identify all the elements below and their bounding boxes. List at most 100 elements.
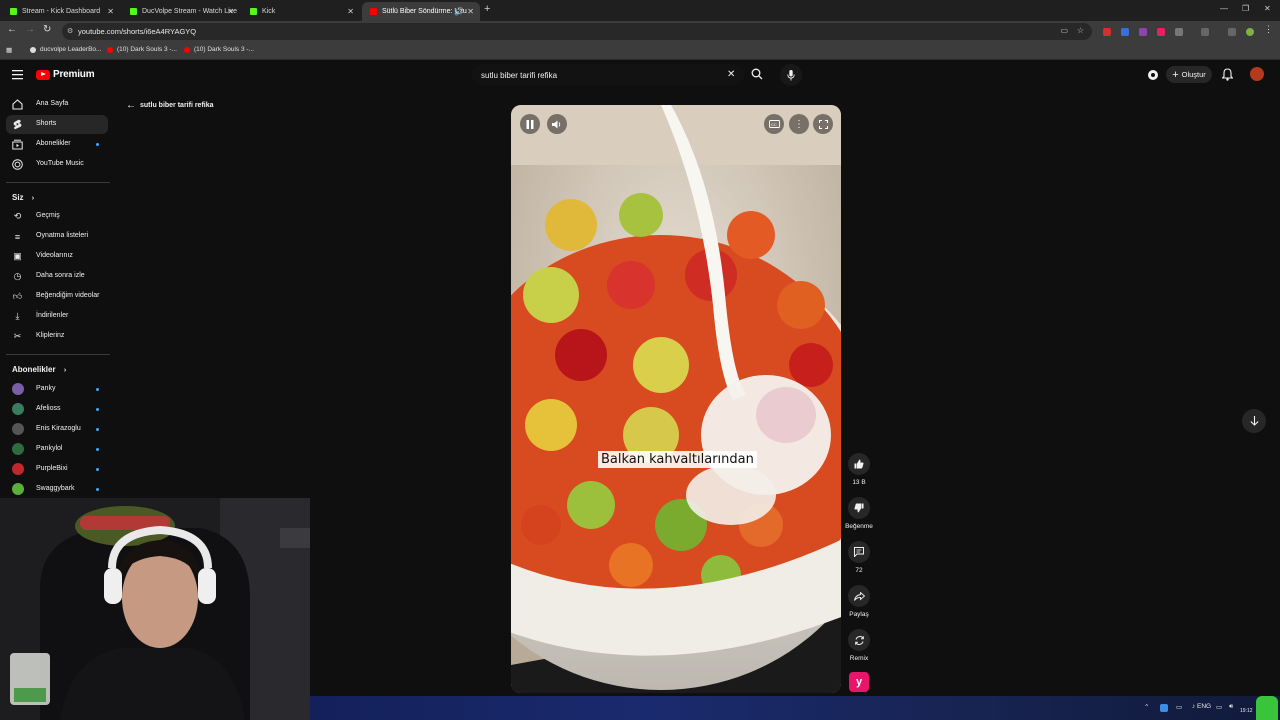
pause-button[interactable] [520,114,540,134]
sidepanel-icon[interactable] [1201,28,1209,36]
forward-icon[interactable]: → [25,24,35,35]
sidebar-item-history[interactable]: ⟲ Geçmiş [6,207,108,226]
dislike-button[interactable]: Beğenme [845,497,873,530]
subscription-item[interactable]: Panky [6,380,108,399]
site-info-icon[interactable]: ⚙ [67,27,73,35]
youtube-premium-logo[interactable]: Premium [36,69,95,80]
share-button[interactable]: Paylaş [846,585,872,618]
remix-circle [848,629,870,651]
cast-icon[interactable]: ▭ [1060,26,1068,35]
sidebar-item-label: Geçmiş [36,212,60,219]
new-content-dot [96,388,99,391]
comments-button[interactable]: 72 [846,541,872,574]
sidebar-item-clips[interactable]: ✂ Kliplerinz [6,327,108,346]
more-options-button[interactable]: ⋮ [789,114,809,134]
sidebar-item-playlists[interactable]: ≡ Oynatma listeleri [6,227,108,246]
subscription-item[interactable]: Pankylol [6,440,108,459]
fullscreen-button[interactable] [813,114,833,134]
bookmark-item[interactable]: (10) Dark Souls 3 -... [184,46,254,53]
subscription-item[interactable]: Swaggybark [6,480,108,499]
tray-clock[interactable]: 19:12 [1240,708,1253,714]
sidebar-item-your-videos[interactable]: ▣ Videolarınız [6,247,108,266]
sidebar-item-downloads[interactable]: ⤓ İndirilenler [6,307,108,326]
sidebar: Ana Sayfa Shorts Abonelikler YouTube Mus… [0,89,115,499]
extension-icon[interactable] [1103,28,1111,36]
next-short-button[interactable] [1242,409,1266,433]
browser-tab-active[interactable]: Sütlü Biber Söndürme: Uzu 🔊 ✕ [362,2,480,21]
tray-network-icon[interactable]: ▭ [1176,703,1182,711]
maximize-icon[interactable]: ❐ [1242,4,1249,13]
hamburger-menu-icon[interactable] [12,70,23,80]
sidebar-item-liked-videos[interactable]: 👍︎ Beğendiğim videolar [6,287,108,306]
sidebar-item-subscriptions[interactable]: Abonelikler [6,135,108,154]
extension-icon[interactable] [1121,28,1129,36]
close-tab-icon[interactable]: ✕ [107,7,114,16]
subscription-item[interactable]: Afelioss [6,400,108,419]
shorts-video-player[interactable]: CC ⋮ Balkan kahvaltılarından [511,105,841,693]
search-icon[interactable] [751,68,763,80]
new-tab-button[interactable]: + [484,3,490,15]
tray-chevron-up-icon[interactable]: ⌃ [1144,703,1149,711]
channel-thumbnail[interactable]: y [849,672,869,692]
microphone-icon [787,69,795,80]
close-window-icon[interactable]: ✕ [1264,4,1271,13]
clear-search-icon[interactable]: ✕ [727,69,735,80]
search-input[interactable]: sutlu biber tarifi refika ✕ [472,64,744,86]
back-to-results-link[interactable]: ← sutlu biber tarifi refika [126,100,214,111]
remix-button[interactable]: Remix [846,629,872,662]
sidebar-item-youtube-music[interactable]: YouTube Music [6,155,108,174]
url-field[interactable]: ⚙ youtube.com/shorts/i6eA4RYAGYQ ▭ ☆ [62,23,1092,40]
extension-icon[interactable] [1157,28,1165,36]
profile-avatar[interactable] [1246,28,1254,36]
downloads-icon[interactable] [1228,28,1236,36]
notifications-bell-icon[interactable] [1222,68,1233,81]
sidebar-section-you[interactable]: Siz › [12,193,34,202]
like-button[interactable]: 13 B [846,453,872,486]
close-tab-icon[interactable]: ✕ [227,7,234,16]
create-sparkle-icon[interactable] [1147,69,1159,81]
browser-menu-icon[interactable]: ⋮ [1264,24,1273,35]
sidebar-item-home[interactable]: Ana Sayfa [6,95,108,114]
sidebar-section-subscriptions[interactable]: Abonelikler › [12,365,66,374]
sidebar-item-shorts[interactable]: Shorts [6,115,108,134]
sidebar-item-watch-later[interactable]: ◷ Daha sonra izle [6,267,108,286]
browser-tab[interactable]: Kick ✕ [242,2,360,21]
tray-language[interactable]: ENG [1197,703,1211,710]
tray-display-icon[interactable]: ▭ [1216,703,1222,711]
bookmark-item[interactable]: ducvolpe LeaderBo... [30,46,101,53]
channel-avatar [12,443,24,455]
subscription-item[interactable]: PurpleBixi [6,460,108,479]
url-text: youtube.com/shorts/i6eA4RYAGYQ [78,27,197,36]
reload-icon[interactable]: ↻ [43,24,51,35]
tray-avatar-icon[interactable] [1256,696,1278,720]
dislike-label: Beğenme [845,523,873,530]
create-button[interactable]: + Oluştur [1166,66,1212,83]
more-vertical-icon: ⋮ [794,118,804,130]
browser-tab[interactable]: DucVolpe Stream - Watch Live ✕ [122,2,240,21]
tray-app-icon[interactable] [1160,704,1168,712]
browser-tab[interactable]: Stream - Kick Dashboard ✕ [2,2,120,21]
account-avatar[interactable] [1250,67,1264,81]
clips-scissors-icon: ✂ [13,331,22,341]
channel-name: Enis Kirazoglu [36,425,81,432]
tab-audio-icon[interactable]: 🔊 [454,7,464,16]
close-tab-icon[interactable]: ✕ [347,7,354,16]
sidebar-divider [6,182,110,183]
bookmark-item[interactable]: (10) Dark Souls 3 -... [107,46,177,53]
bookmark-star-icon[interactable]: ☆ [1077,26,1084,35]
extensions-puzzle-icon[interactable] [1175,28,1183,36]
volume-button[interactable] [547,114,567,134]
minimize-icon[interactable]: — [1220,4,1228,13]
tray-volume-icon[interactable]: 🔊︎ [1229,703,1233,711]
webcam-overlay [0,498,310,720]
watch-later-icon: ◷ [13,271,22,281]
subscription-item[interactable]: Enis Kirazoglu [6,420,108,439]
voice-search-button[interactable] [780,64,802,86]
extension-icon[interactable] [1139,28,1147,36]
tray-mic-icon[interactable]: ♪ [1192,703,1195,710]
captions-button[interactable]: CC [764,114,784,134]
apps-grid-icon[interactable]: ▦ [6,46,12,54]
close-tab-icon[interactable]: ✕ [467,7,474,16]
bookmark-favicon-icon [30,46,36,53]
back-icon[interactable]: ← [7,24,17,35]
